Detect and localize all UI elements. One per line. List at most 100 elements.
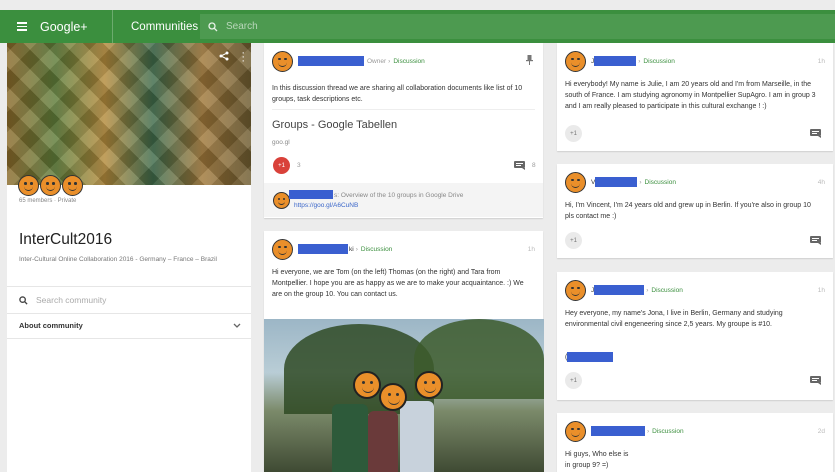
post-text: Hi guys, Who else is in group 9? =) [565, 451, 629, 469]
author-name-redacted[interactable] [591, 426, 645, 436]
comment-icon[interactable] [514, 161, 525, 170]
community-search[interactable] [19, 295, 216, 305]
google-plus-logo[interactable]: Google+ [40, 20, 112, 34]
member-avatar[interactable] [18, 175, 39, 196]
divider [272, 109, 535, 110]
author-avatar[interactable] [272, 238, 293, 260]
author-name-redacted[interactable] [298, 244, 348, 254]
author-role: Owner [367, 57, 387, 65]
plus-one-button[interactable]: +1 [565, 372, 582, 389]
search-icon [200, 21, 226, 32]
plus-one-button[interactable]: +1 [273, 157, 290, 174]
post-card[interactable]: Owner › Discussion In this discussion th… [264, 43, 543, 218]
search-icon [19, 295, 28, 305]
category-separator: › [646, 286, 649, 294]
post-header: ki › Discussion 1h [272, 237, 535, 261]
post-card[interactable]: ki › Discussion 1h Hi everyone, we are T… [264, 231, 544, 472]
author-name-redacted[interactable] [594, 285, 645, 295]
pin-icon [526, 55, 533, 65]
post-text: Hi everybody! My name is Julie, I am 20 … [565, 81, 816, 110]
comment-text: s: Overview of the 10 groups in Google D… [334, 192, 464, 199]
post-photo[interactable] [264, 319, 544, 472]
post-time: 4h [817, 178, 825, 186]
member-avatar[interactable] [62, 175, 83, 196]
category-separator: › [388, 57, 391, 65]
post-time: 1h [527, 245, 535, 253]
face-blur-avatar [379, 383, 407, 411]
post-header: J › Discussion 1h [565, 49, 825, 73]
person [332, 404, 368, 472]
commenter-name-redacted[interactable] [289, 190, 333, 199]
author-avatar[interactable] [565, 50, 586, 72]
divider [7, 313, 251, 314]
community-cover-image: · · · [7, 43, 251, 185]
face-blur-avatar [353, 371, 381, 399]
post-category[interactable]: Discussion [643, 58, 674, 65]
comment-icon[interactable] [810, 376, 821, 385]
post-card[interactable]: J › Discussion 1h Hi everybody! My name … [557, 43, 833, 151]
post-signature: ( [565, 352, 614, 362]
search-input[interactable] [226, 21, 526, 32]
latest-comment[interactable]: s: Overview of the 10 groups in Google D… [264, 183, 543, 217]
post-header: V › Discussion 4h [565, 170, 825, 194]
post-card[interactable]: V › Discussion 4h Hi, I'm Vincent, I'm 2… [557, 164, 833, 258]
person [400, 401, 434, 472]
author-avatar[interactable] [565, 171, 586, 193]
plus-one-button[interactable]: +1 [565, 232, 582, 249]
share-icon[interactable] [219, 51, 229, 61]
link-preview-title[interactable]: Groups - Google Tabellen [272, 119, 397, 131]
member-avatars[interactable] [18, 175, 83, 196]
post-text: Hi, I'm Vincent, I'm 24 years old and gr… [565, 202, 811, 220]
link-preview-domain: goo.gl [272, 139, 290, 146]
community-description: Inter-Cultural Online Collaboration 2016… [19, 256, 217, 263]
community-search-input[interactable] [36, 295, 216, 305]
author-avatar[interactable] [272, 50, 293, 72]
author-avatar[interactable] [565, 420, 586, 442]
author-name-redacted[interactable] [594, 56, 637, 66]
divider [7, 338, 251, 339]
post-header: J › Discussion 1h [565, 278, 825, 302]
signature-redacted [567, 352, 614, 362]
commenter-avatar[interactable] [273, 192, 290, 209]
comment-icon[interactable] [810, 236, 821, 245]
member-avatar[interactable] [40, 175, 61, 196]
plus-one-count: 3 [297, 162, 301, 169]
top-search-bar[interactable] [200, 14, 835, 39]
post-time: 1h [817, 57, 825, 65]
category-separator: › [639, 178, 642, 186]
comment-link[interactable]: https://goo.gl/A6CuNB [294, 202, 358, 209]
author-name-suffix: ki [349, 245, 354, 253]
member-count: 65 members · Private [19, 198, 77, 204]
post-text: In this discussion thread we are sharing… [272, 85, 523, 103]
category-separator: › [638, 57, 641, 65]
post-card[interactable]: › Discussion 2d Hi guys, Who else is in … [557, 413, 833, 472]
divider [7, 286, 251, 287]
plus-one-button[interactable]: +1 [565, 125, 582, 142]
post-category[interactable]: Discussion [393, 58, 424, 65]
author-avatar[interactable] [565, 279, 586, 301]
chevron-down-icon [233, 323, 241, 328]
category-separator: › [647, 427, 650, 435]
hamburger-menu-icon[interactable] [8, 10, 36, 43]
about-community-toggle[interactable]: About community [19, 321, 241, 330]
face-blur-avatar [415, 371, 443, 399]
more-options-icon[interactable]: · · · [241, 48, 245, 67]
post-category[interactable]: Discussion [645, 179, 676, 186]
post-text: Hey everyone, my name's Jona, I live in … [565, 310, 783, 328]
post-category[interactable]: Discussion [651, 287, 682, 294]
category-separator: › [355, 245, 358, 253]
post-category[interactable]: Discussion [652, 428, 683, 435]
comment-icon[interactable] [810, 129, 821, 138]
post-text: Hi everyone, we are Tom (on the left) Th… [272, 269, 524, 298]
author-name-redacted[interactable] [595, 177, 638, 187]
post-time: 2d [817, 427, 825, 435]
author-name-redacted[interactable] [298, 56, 364, 66]
comment-count: 8 [532, 162, 536, 169]
community-title: InterCult2016 [19, 231, 113, 248]
post-card[interactable]: J › Discussion 1h Hey everyone, my name'… [557, 272, 833, 400]
community-sidebar: · · · 65 members · Private InterCult2016 I… [7, 43, 251, 472]
top-app-bar: Google+ Communities [0, 10, 835, 43]
post-category[interactable]: Discussion [361, 246, 392, 253]
post-time: 1h [817, 286, 825, 294]
about-community-label: About community [19, 321, 83, 330]
